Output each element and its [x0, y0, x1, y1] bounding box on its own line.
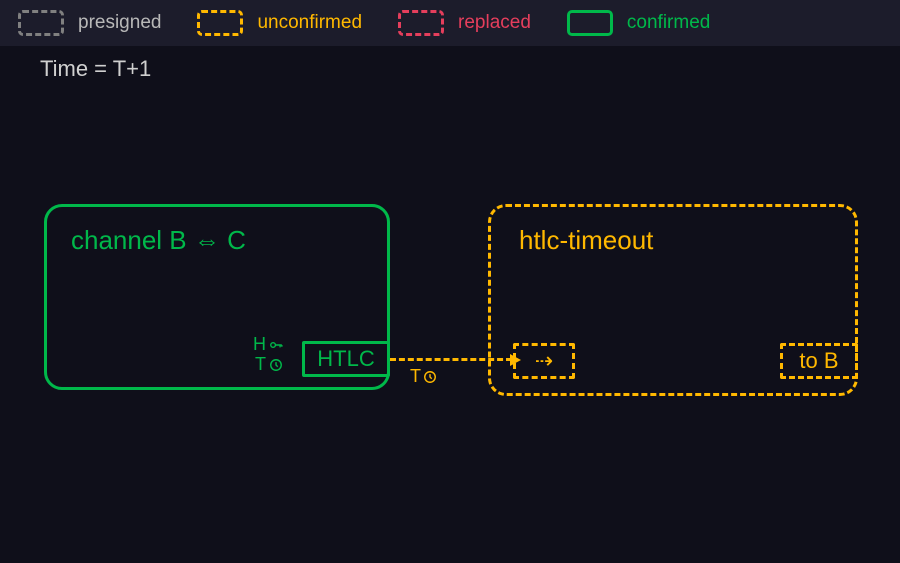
- time-condition: T: [253, 355, 283, 375]
- legend-item-confirmed: confirmed: [567, 10, 710, 36]
- legend-swatch-replaced: [398, 10, 444, 36]
- clock-icon: [423, 370, 437, 384]
- box-channel-bc: channel B ⇔ C H T HTLC: [44, 204, 390, 390]
- time-condition-label: T: [255, 355, 266, 375]
- clock-icon: [269, 358, 283, 372]
- hash-condition: H: [253, 335, 283, 355]
- input-htlc-timeout-label: ⇢: [535, 348, 553, 374]
- output-htlc-label: HTLC: [317, 346, 374, 372]
- legend-swatch-presigned: [18, 10, 64, 36]
- box-htlc-timeout-title: htlc-timeout: [519, 225, 653, 256]
- box-htlc-timeout: htlc-timeout ⇢ to B: [488, 204, 858, 396]
- box-channel-title: channel B ⇔ C: [71, 225, 246, 256]
- edge-htlc-to-timeout-label: T: [410, 366, 437, 387]
- legend-bar: presigned unconfirmed replaced confirmed: [0, 0, 900, 46]
- legend-swatch-confirmed: [567, 10, 613, 36]
- legend-label-replaced: replaced: [458, 12, 531, 34]
- output-to-b-label: to B: [799, 348, 838, 374]
- time-label: Time = T+1: [40, 56, 151, 82]
- legend-item-presigned: presigned: [18, 10, 161, 36]
- legend-item-unconfirmed: unconfirmed: [197, 10, 362, 36]
- htlc-spend-conditions: H T: [253, 335, 283, 375]
- key-icon: [269, 338, 283, 352]
- output-htlc: HTLC: [302, 341, 390, 377]
- legend-label-unconfirmed: unconfirmed: [257, 12, 362, 34]
- legend-label-confirmed: confirmed: [627, 12, 710, 34]
- output-to-b: to B: [780, 343, 858, 379]
- legend-item-replaced: replaced: [398, 10, 531, 36]
- edge-timelock-label: T: [410, 366, 421, 387]
- input-htlc-timeout: ⇢: [513, 343, 575, 379]
- legend-swatch-unconfirmed: [197, 10, 243, 36]
- hash-condition-label: H: [253, 335, 266, 355]
- legend-label-presigned: presigned: [78, 12, 161, 34]
